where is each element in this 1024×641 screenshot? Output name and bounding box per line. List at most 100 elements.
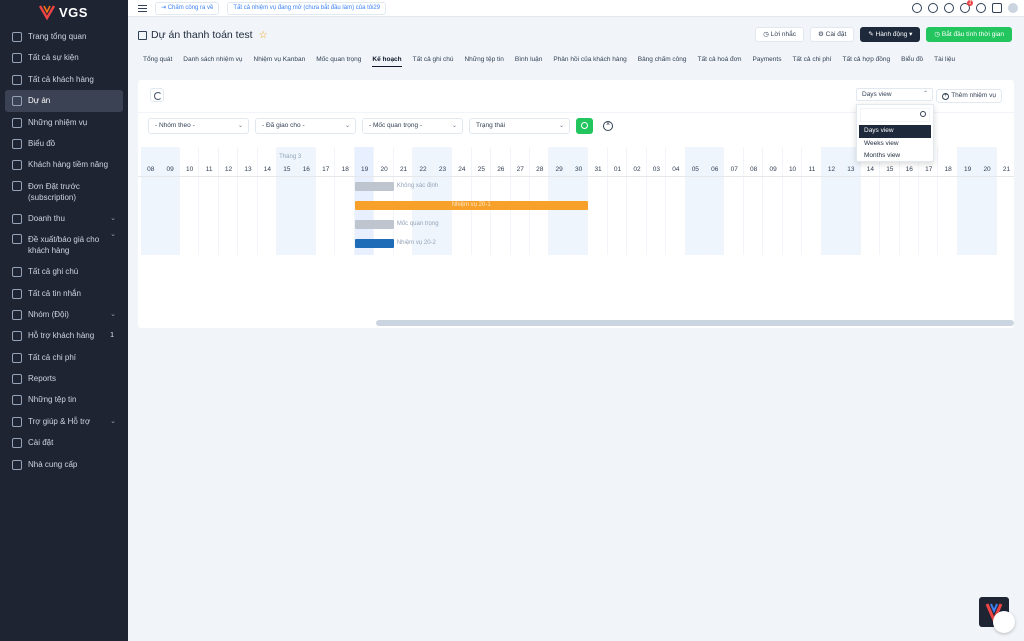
status-select[interactable]: Trạng thái ⌄ [469,118,570,134]
caret-up-icon: ⌃ [922,91,928,97]
bell-icon[interactable] [976,3,986,13]
group-by-select[interactable]: - Nhóm theo - ⌄ [148,118,249,134]
sidebar-item-command[interactable]: Dự án [5,90,123,112]
settings-button[interactable]: ⚙ Cài đặt [810,27,855,42]
sidebar-item-user[interactable]: Nhà cung cấp [0,454,128,475]
view-options: Days view Weeks view Months view [857,125,933,163]
brand-name: VGS [59,4,88,20]
sidebar-item-label: Đề xuất/báo giá cho khách hàng [28,235,100,256]
tab-2[interactable]: Nhiệm vụ Kanban [254,53,306,67]
tab-4[interactable]: Kế hoạch [372,53,402,67]
open-tasks-chip[interactable]: Tất cả nhiệm vụ đang mở (chưa bắt đầu là… [227,1,387,15]
sidebar-item-message[interactable]: Tất cả tin nhắn [0,283,128,304]
tab-10[interactable]: Tất cả hoá đơn [698,53,742,67]
reminder-button[interactable]: ◷ Lời nhắc [755,27,805,42]
pen-icon: ✎ [868,31,876,38]
sidebar-item-anchor[interactable]: Đề xuất/báo giá cho khách hàng ⌄ [0,229,128,261]
book-icon [12,267,22,278]
menu-icon[interactable] [138,4,147,12]
tab-13[interactable]: Tất cả hợp đồng [842,53,890,67]
clock-icon[interactable]: 1 [960,0,973,13]
sidebar-item-pie-chart[interactable]: Biểu đồ [0,133,128,154]
milestone-select[interactable]: - Mốc quan trọng - ⌄ [362,118,463,134]
tab-3[interactable]: Mốc quan trọng [316,53,361,67]
tab-11[interactable]: Payments [753,53,782,67]
view-dropdown: Days view Weeks view Months view [856,104,934,162]
brand-logo[interactable]: VGS [0,0,128,24]
tab-12[interactable]: Tất cả chi phí [792,53,831,67]
add-task-button[interactable]: + Thêm nhiệm vụ [936,89,1002,103]
sidebar-item-settings[interactable]: Cài đặt [0,432,128,453]
task-bar[interactable] [354,220,394,229]
clock-out-chip[interactable]: ⇥ Chấm công ra về [155,1,220,15]
pie-chart-icon [12,138,22,149]
sidebar-item-layers[interactable]: Khách hàng tiềm năng [0,154,128,175]
task-bar-label: Không xác định [396,183,439,189]
tab-7[interactable]: Bình luận [515,53,542,67]
mail-icon[interactable] [992,3,1002,13]
horizontal-scrollbar[interactable] [376,320,1014,326]
start-timer-button[interactable]: ◷ Bắt đầu tính thời gian [926,27,1012,42]
tab-9[interactable]: Bảng chấm công [638,53,687,67]
add-circle-icon[interactable] [928,3,938,13]
action-button[interactable]: ✎ Hành động ▾ [860,27,921,42]
timer-icon: ◷ [934,31,942,38]
sidebar-item-cart[interactable]: Doanh thu ⌄ [0,208,128,229]
sidebar-item-label: Những tệp tin [28,395,77,405]
sidebar-item-label: Những nhiệm vụ [28,117,88,127]
chevron-down-icon: ⌄ [558,123,564,129]
apply-filter-button[interactable] [576,118,593,134]
user-icon [12,459,22,470]
star-icon[interactable]: ☆ [259,30,268,41]
sidebar-item-label: Dự án [28,96,51,106]
tab-6[interactable]: Những tệp tin [464,53,503,67]
task-bar[interactable] [354,239,394,248]
chat-widget-button[interactable] [979,597,1015,633]
tab-15[interactable]: Tài liệu [934,53,955,67]
sidebar-item-repeat[interactable]: Đơn Đặt trước (subscription) [0,176,128,208]
sidebar-nav: Trang tổng quan Tất cả sự kiện Tất cả khác… [0,24,128,475]
sidebar-item-check-circle[interactable]: Những nhiệm vụ [0,112,128,133]
avatar[interactable] [1008,3,1018,13]
view-option[interactable]: Months view [859,150,931,163]
chevron-down-icon: ⌄ [344,123,350,129]
sidebar-item-book[interactable]: Tất cả ghi chú [0,261,128,282]
view-option[interactable]: Weeks view [859,138,931,151]
search-icon[interactable] [912,3,922,13]
sidebar-item-users[interactable]: Nhóm (Đội) ⌄ [0,304,128,325]
sidebar-item-folder[interactable]: Những tệp tin [0,389,128,410]
view-option[interactable]: Days view [859,125,931,138]
tab-8[interactable]: Phản hồi của khách hàng [553,53,626,67]
tab-1[interactable]: Danh sách nhiệm vụ [183,53,242,67]
main-content: Dự án thanh toán test ☆ ◷ Lời nhắc ⚙ Cài… [128,17,1024,641]
reports-icon [12,374,22,385]
assigned-to-select[interactable]: - Đã giao cho - ⌄ [255,118,356,134]
task-bar[interactable] [354,182,394,191]
refresh-icon[interactable] [150,88,164,102]
globe-icon[interactable] [944,3,954,13]
dropdown-search-input[interactable] [860,108,930,122]
tab-0[interactable]: Tổng quát [143,53,172,67]
gantt-chart: 08 09 10 11 12 13 14 15 16 17 18 19 20 21 22 23 24 25 26 27… [138,147,1014,255]
sidebar-item-help[interactable]: Trợ giúp & Hỗ trợ ⌄ [0,411,128,432]
sidebar-item-plus-circle[interactable]: Tất cả chi phí [0,347,128,368]
tab-14[interactable]: Biểu đồ [901,53,923,67]
sidebar-item-reports[interactable]: Reports [0,368,128,389]
clear-filter-button[interactable] [599,118,615,134]
sidebar-item-label: Trang tổng quan [28,32,87,41]
sidebar-item-monitor[interactable]: Trang tổng quan [0,26,128,47]
sidebar-item-life-buoy[interactable]: Hỗ trợ khách hàng 1 [0,325,128,346]
sidebar-item-label: Reports [28,374,57,384]
chevron-down-icon: ⌄ [110,417,116,425]
calendar-icon [12,53,22,64]
chevron-down-icon: ⌄ [110,310,116,318]
task-bar-label: Nhiệm vụ 20-1 [451,202,491,208]
monitor-icon [12,32,22,42]
sidebar-item-briefcase[interactable]: Tất cả khách hàng [0,69,128,90]
widget-close-circle[interactable] [993,611,1015,633]
sidebar-item-calendar[interactable]: Tất cả sự kiện [0,47,128,68]
sidebar-item-label: Tất cả sự kiện [28,53,79,63]
sidebar-item-label: Đơn Đặt trước (subscription) [28,181,80,202]
tab-5[interactable]: Tất cả ghi chú [413,53,454,67]
view-select[interactable]: Days view ⌃ [856,88,933,101]
